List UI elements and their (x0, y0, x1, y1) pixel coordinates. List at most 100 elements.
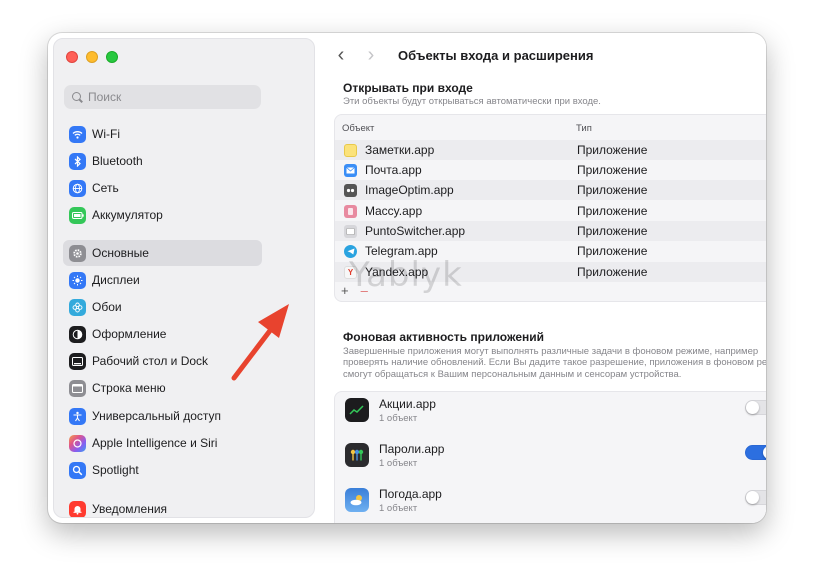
sidebar-item-battery[interactable]: Аккумулятор (63, 202, 262, 228)
sidebar-item-siri[interactable]: Apple Intelligence и Siri (63, 430, 262, 456)
sidebar-item-label: Универсальный доступ (92, 409, 222, 423)
puntoswitcher-icon (344, 224, 357, 238)
search-field[interactable] (64, 85, 261, 109)
bell-icon (69, 500, 86, 517)
flower-icon (69, 298, 86, 316)
app-name: Пароли.app (379, 442, 445, 456)
sidebar-item-wifi[interactable]: Wi-Fi (63, 121, 262, 147)
sidebar-item-bluetooth[interactable]: Bluetooth (63, 148, 262, 174)
sidebar-item-label: Bluetooth (92, 154, 143, 168)
table-row[interactable]: Maccy.app Приложение (335, 201, 766, 221)
row-type: Приложение (577, 183, 648, 197)
row-type: Приложение (577, 143, 648, 157)
sidebar-item-spotlight[interactable]: Spotlight (63, 457, 262, 483)
sidebar-item-label: Строка меню (92, 381, 166, 395)
notes-icon (344, 143, 357, 157)
sidebar-item-label: Сеть (92, 181, 119, 195)
imageoptim-icon (344, 183, 357, 197)
background-toggle[interactable] (745, 445, 766, 460)
zoom-button[interactable] (106, 51, 118, 63)
close-button[interactable] (66, 51, 78, 63)
sun-icon (69, 271, 86, 289)
sidebar-item-label: Основные (92, 246, 149, 260)
sidebar-item-wallpaper[interactable]: Обои (63, 294, 262, 320)
list-item[interactable]: Пароли.app 1 объект (335, 437, 766, 482)
stocks-icon (345, 398, 369, 422)
sidebar-item-notifications[interactable]: Уведомления (63, 496, 262, 517)
sidebar-item-label: Дисплеи (92, 273, 140, 287)
sidebar-item-label: Аккумулятор (92, 208, 163, 222)
maccy-icon (344, 204, 357, 218)
row-name: Maccy.app (365, 204, 423, 218)
sidebar-item-accessibility[interactable]: Универсальный доступ (63, 403, 262, 429)
background-apps-list: Акции.app 1 объект Пароли.app 1 объект П… (334, 391, 766, 523)
search-input[interactable] (88, 90, 258, 104)
row-name: PuntoSwitcher.app (365, 224, 466, 238)
table-row[interactable]: Заметки.app Приложение (335, 140, 766, 160)
column-header-type[interactable]: Тип (576, 123, 592, 134)
sidebar-item-menu-bar[interactable]: Строка меню (63, 375, 262, 401)
sidebar-item-label: Уведомления (92, 502, 168, 516)
sidebar-item-label: Wi-Fi (92, 127, 120, 141)
weather-icon (345, 488, 369, 512)
dock-icon (69, 352, 86, 370)
menubar-icon (69, 379, 86, 397)
search-icon (72, 91, 83, 103)
bluetooth-icon (69, 152, 86, 170)
app-name: Погода.app (379, 487, 442, 501)
table-row[interactable]: ImageOptim.app Приложение (335, 180, 766, 200)
table-row[interactable]: Почта.app Приложение (335, 160, 766, 180)
row-type: Приложение (577, 265, 648, 279)
login-items-title: Открывать при входе (343, 81, 473, 95)
sidebar-item-displays[interactable]: Дисплеи (63, 267, 262, 293)
background-toggle[interactable] (745, 400, 766, 415)
sidebar: Wi-Fi Bluetooth Сеть Аккумулятор Основны… (53, 38, 315, 518)
window-controls (66, 51, 118, 63)
spotlight-icon (69, 461, 86, 479)
minimize-button[interactable] (86, 51, 98, 63)
add-button[interactable]: + (341, 283, 349, 298)
list-item[interactable]: Акции.app 1 объект (335, 392, 766, 437)
appearance-icon (69, 325, 86, 343)
app-subtitle: 1 объект (379, 413, 418, 424)
globe-icon (69, 179, 86, 197)
siri-icon (69, 434, 86, 452)
watermark: Yablyk (349, 255, 463, 295)
sidebar-item-network[interactable]: Сеть (63, 175, 262, 201)
page-title: Объекты входа и расширения (398, 47, 594, 63)
list-item[interactable]: Погода.app 1 объект (335, 482, 766, 523)
app-subtitle: 1 объект (379, 503, 418, 514)
sidebar-item-label: Оформление (92, 327, 167, 341)
mail-icon (344, 163, 357, 177)
back-button[interactable]: ‹ (328, 42, 354, 68)
row-type: Приложение (577, 204, 648, 218)
sidebar-item-label: Spotlight (92, 463, 139, 477)
table-row[interactable]: PuntoSwitcher.app Приложение (335, 221, 766, 241)
forward-button[interactable]: › (358, 42, 384, 68)
row-type: Приложение (577, 244, 648, 258)
passwords-icon (345, 443, 369, 467)
background-activity-description: Завершенные приложения могут выполнять р… (343, 346, 766, 380)
row-type: Приложение (577, 224, 648, 238)
column-header-object[interactable]: Объект (342, 123, 374, 134)
sidebar-item-label: Рабочий стол и Dock (92, 354, 209, 368)
background-activity-title: Фоновая активность приложений (343, 330, 544, 344)
row-type: Приложение (577, 163, 648, 177)
row-name: Заметки.app (365, 143, 435, 157)
row-name: Почта.app (365, 163, 422, 177)
app-subtitle: 1 объект (379, 458, 418, 469)
app-name: Акции.app (379, 397, 436, 411)
sidebar-item-desktop-dock[interactable]: Рабочий стол и Dock (63, 348, 262, 374)
battery-icon (69, 206, 86, 224)
sidebar-item-general[interactable]: Основные (63, 240, 262, 266)
toolbar: ‹ › Объекты входа и расширения (318, 33, 766, 77)
accessibility-icon (69, 407, 86, 425)
background-toggle[interactable] (745, 490, 766, 505)
row-name: ImageOptim.app (365, 183, 454, 197)
sidebar-item-appearance[interactable]: Оформление (63, 321, 262, 347)
wifi-icon (69, 125, 86, 143)
login-items-description: Эти объекты будут открываться автоматиче… (343, 96, 601, 107)
sidebar-item-label: Обои (92, 300, 122, 314)
gear-icon (69, 244, 86, 262)
sidebar-item-label: Apple Intelligence и Siri (92, 436, 218, 450)
